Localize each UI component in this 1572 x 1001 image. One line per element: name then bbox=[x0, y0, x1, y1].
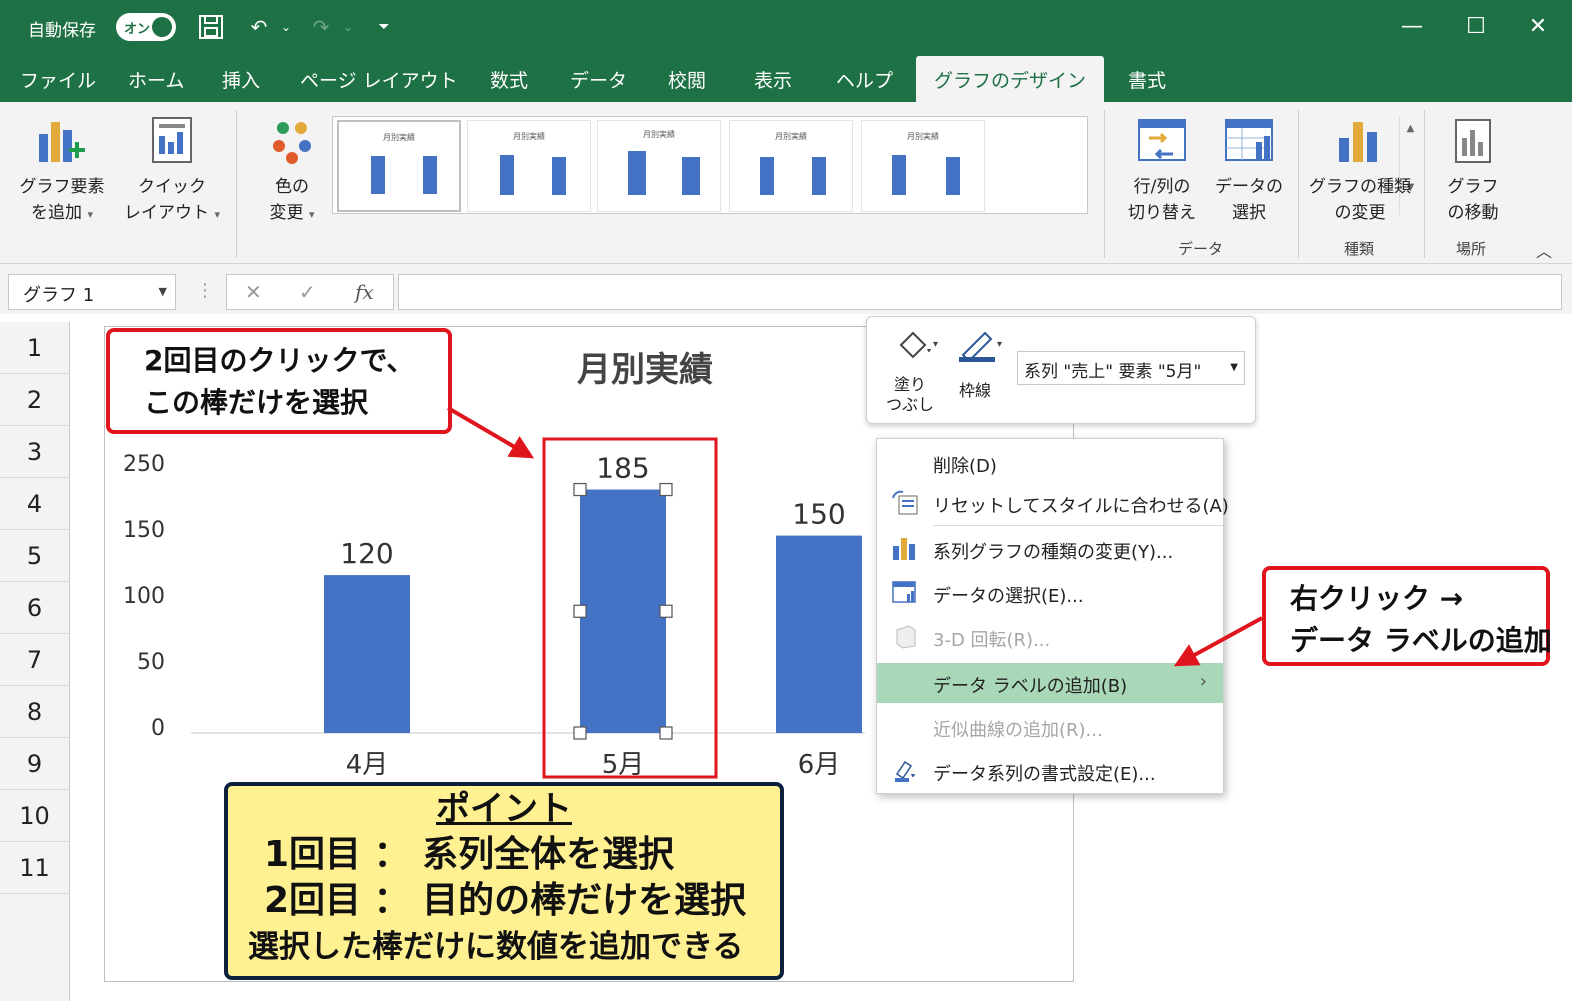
tip-line: 2回目 ： 目的の棒だけを選択 bbox=[264, 880, 747, 921]
arrow-to-bar bbox=[446, 406, 535, 459]
tip-line: 選択した棒だけに数値を追加できる bbox=[248, 929, 744, 965]
tip-line: 1回目 ： 系列全体を選択 bbox=[264, 834, 675, 875]
arrow-to-menu bbox=[1173, 616, 1263, 667]
tip-box: ポイント 1回目 ： 系列全体を選択 2回目 ： 目的の棒だけを選択 選択した棒… bbox=[224, 782, 784, 980]
tip-title: ポイント bbox=[436, 789, 572, 829]
